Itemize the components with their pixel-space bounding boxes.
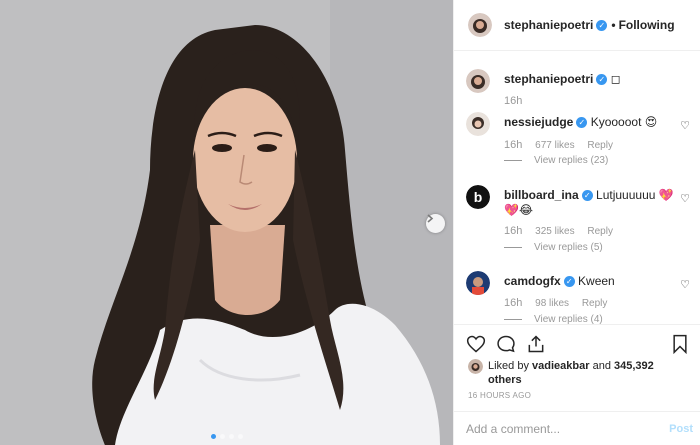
- instagram-post: stephaniepoetri ✓ • Following stephaniep…: [0, 0, 700, 445]
- comment-username[interactable]: camdogfx: [504, 274, 561, 288]
- post-photo[interactable]: [0, 0, 453, 445]
- avatar[interactable]: b: [466, 185, 490, 209]
- add-comment-bar: Add a comment... Post: [454, 411, 700, 445]
- carousel-dot: [228, 434, 234, 439]
- comment-likes[interactable]: 325 likes: [535, 226, 574, 237]
- chevron-right-icon: [427, 214, 434, 223]
- comment-username[interactable]: nessiejudge: [504, 115, 573, 129]
- following-button[interactable]: Following: [619, 18, 675, 32]
- comment-username[interactable]: billboard_ina: [504, 188, 579, 202]
- reply-button[interactable]: Reply: [587, 226, 613, 237]
- verified-badge-icon: ✓: [581, 190, 593, 201]
- verified-badge-icon: ✓: [563, 276, 575, 287]
- comment: nessiejudge ✓ Kyooooot 😍 ♡ 16h 677 likes …: [466, 112, 694, 172]
- liked-by-user[interactable]: vadieakbar: [532, 360, 589, 372]
- liked-by-joiner: and: [592, 360, 611, 372]
- avatar[interactable]: [468, 359, 483, 374]
- post-comment-button[interactable]: Post: [669, 423, 693, 435]
- comment-likes[interactable]: 677 likes: [535, 140, 574, 151]
- svg-text:b: b: [474, 189, 483, 205]
- carousel-dot: [210, 434, 216, 439]
- comment: b billboard_ina ✓ Lutjuuuuuu 💖💖😂 ♡ 16h 32…: [466, 185, 694, 260]
- post-timestamp[interactable]: 16 HOURS AGO: [468, 391, 531, 400]
- carousel-dot: [219, 434, 225, 439]
- header-separator: •: [611, 18, 616, 32]
- post-header: stephaniepoetri ✓ • Following: [454, 0, 700, 51]
- portrait-illustration: [0, 0, 453, 445]
- avatar[interactable]: [466, 271, 490, 295]
- likes-summary: Liked by vadieakbar and 345,392 others: [468, 359, 688, 387]
- heart-icon[interactable]: ♡: [680, 119, 690, 132]
- avatar[interactable]: [466, 69, 490, 93]
- view-replies-button[interactable]: View replies (4): [504, 314, 603, 324]
- comment-time[interactable]: 16h: [504, 225, 522, 237]
- verified-badge-icon: ✓: [596, 19, 608, 31]
- comment-time[interactable]: 16h: [504, 297, 522, 309]
- heart-icon[interactable]: ♡: [680, 192, 690, 205]
- comments-list[interactable]: stephaniepoetri ✓ ◻ 16h nessiejudge ✓ Kyoo…: [454, 52, 700, 324]
- comment-likes[interactable]: 98 likes: [535, 298, 569, 309]
- reply-button[interactable]: Reply: [582, 298, 608, 309]
- reply-button[interactable]: Reply: [587, 140, 613, 151]
- share-icon[interactable]: [526, 334, 546, 354]
- carousel-dot: [237, 434, 243, 439]
- verified-badge-icon: ✓: [596, 74, 608, 85]
- view-replies-button[interactable]: View replies (5): [504, 242, 603, 253]
- next-slide-button[interactable]: [426, 214, 445, 233]
- liked-by-prefix: Liked by: [488, 360, 529, 372]
- verified-badge-icon: ✓: [576, 117, 588, 128]
- avatar[interactable]: [468, 13, 492, 37]
- comment-text: Kyooooot 😍: [590, 115, 658, 129]
- comment-time[interactable]: 16h: [504, 139, 522, 151]
- comment-input[interactable]: Add a comment...: [466, 422, 560, 436]
- bookmark-icon[interactable]: [671, 334, 689, 354]
- header-username[interactable]: stephaniepoetri: [504, 18, 593, 32]
- comment: camdogfx ✓ Kween ♡ 16h 98 likes Reply Vie…: [466, 271, 694, 324]
- action-bar: [454, 324, 700, 364]
- heart-icon[interactable]: [466, 334, 486, 354]
- comment-text: Kween: [578, 274, 615, 288]
- post-side-panel: stephaniepoetri ✓ • Following stephaniep…: [453, 0, 700, 445]
- caption-text: ◻: [610, 72, 621, 86]
- view-replies-button[interactable]: View replies (23): [504, 155, 608, 166]
- avatar[interactable]: [466, 112, 490, 136]
- caption-username[interactable]: stephaniepoetri: [504, 72, 593, 86]
- carousel-dots: [0, 434, 453, 439]
- caption-time[interactable]: 16h: [504, 95, 522, 107]
- comment-icon[interactable]: [496, 334, 516, 354]
- heart-icon[interactable]: ♡: [680, 278, 690, 291]
